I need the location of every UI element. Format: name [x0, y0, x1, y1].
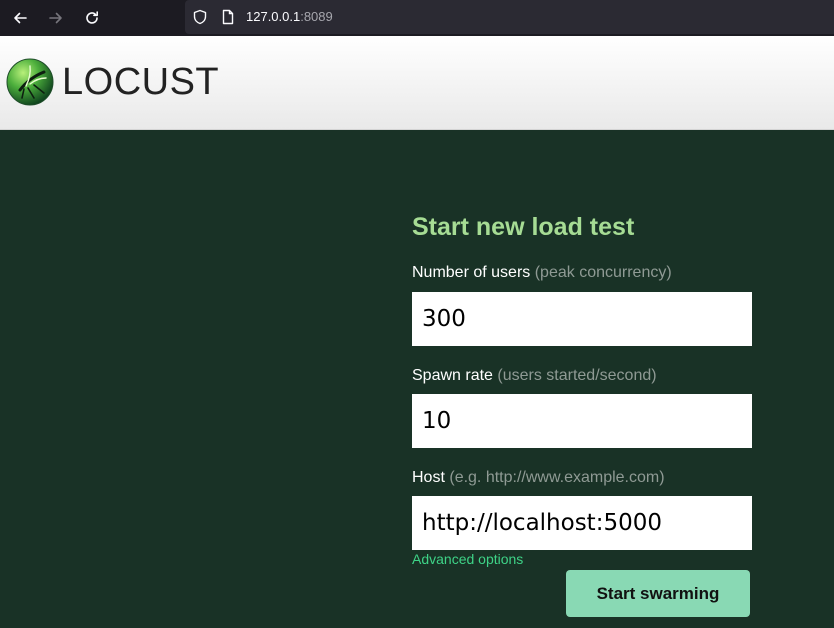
url-port: :8089	[300, 9, 333, 24]
users-label-text: Number of users	[412, 264, 531, 281]
advanced-options-link[interactable]: Advanced options	[412, 550, 523, 568]
url-text[interactable]: 127.0.0.1:8089	[246, 9, 333, 25]
spawn-rate-label-text: Spawn rate	[412, 367, 493, 384]
forward-button[interactable]	[43, 6, 69, 30]
browser-toolbar: 127.0.0.1:8089	[0, 0, 834, 36]
shield-icon[interactable]	[192, 9, 208, 25]
logo-text: LOCUST	[62, 61, 220, 103]
url-host: 127.0.0.1	[246, 9, 301, 24]
spawn-rate-input[interactable]	[412, 394, 752, 448]
users-hint: (peak concurrency)	[534, 264, 672, 281]
arrow-right-icon	[49, 12, 62, 24]
host-label: Host (e.g. http://www.example.com)	[412, 468, 665, 488]
arrow-left-icon	[14, 12, 27, 24]
host-hint: (e.g. http://www.example.com)	[449, 469, 665, 486]
locust-logo-icon[interactable]	[6, 58, 54, 106]
app-header: LOCUST	[0, 36, 834, 130]
address-bar[interactable]: 127.0.0.1:8089	[185, 0, 834, 34]
users-input[interactable]	[412, 292, 752, 346]
reload-button[interactable]	[79, 6, 105, 30]
page-icon[interactable]	[220, 9, 236, 25]
reload-icon	[86, 11, 98, 24]
users-label: Number of users (peak concurrency)	[412, 263, 672, 283]
form-title: Start new load test	[412, 213, 635, 241]
spawn-rate-hint: (users started/second)	[497, 367, 657, 384]
back-button[interactable]	[7, 6, 33, 30]
host-input[interactable]	[412, 496, 752, 550]
start-swarming-button[interactable]: Start swarming	[566, 570, 750, 617]
host-label-text: Host	[412, 469, 445, 486]
spawn-rate-label: Spawn rate (users started/second)	[412, 366, 657, 386]
